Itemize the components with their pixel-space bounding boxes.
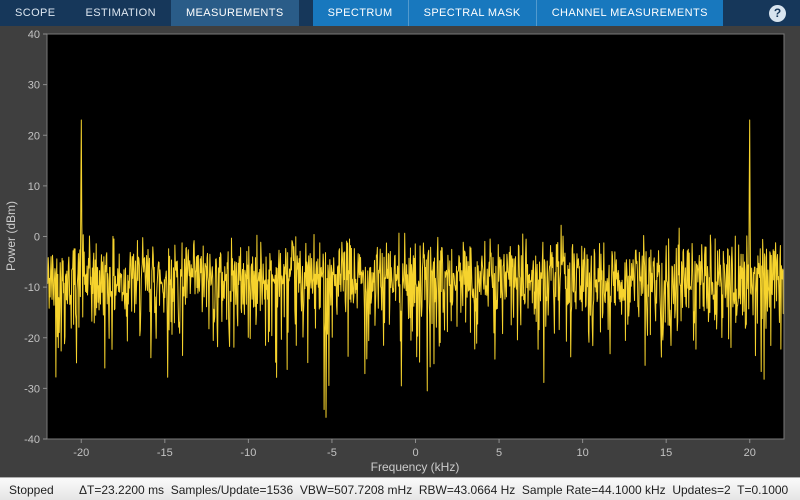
x-tick-label: -15 [157,447,173,459]
y-tick-label: -20 [24,333,40,345]
y-tick-label: 20 [28,130,40,142]
help-button[interactable]: ? [769,5,786,22]
status-state: Stopped [0,483,79,497]
question-mark-icon: ? [774,6,781,20]
x-tick-label: -10 [240,447,256,459]
y-tick-label: 0 [34,232,40,244]
x-tick-label: 15 [660,447,672,459]
tab-estimation[interactable]: ESTIMATION [71,0,171,26]
x-axis-label: Frequency (kHz) [371,460,460,474]
y-tick-label: -10 [24,282,40,294]
x-tick-label: -5 [327,447,337,459]
tabbar-spacer [723,0,769,26]
plot-region: -20 -15 -10 -5 0 5 10 15 20 40 30 20 10 0 -10 -20 -30 -40… [0,26,800,477]
x-tick-label: 0 [412,447,418,459]
x-tick-label: 20 [744,447,756,459]
y-axis-label: Power (dBm) [4,201,18,271]
y-tick-label: 10 [28,181,40,193]
y-tick-label: 30 [28,80,40,92]
x-tick-label: 5 [496,447,502,459]
spectrum-plot: -20 -15 -10 -5 0 5 10 15 20 40 30 20 10 0 -10 -20 -30 -40… [0,26,800,477]
x-tick-label: -20 [73,447,89,459]
tab-scope[interactable]: SCOPE [0,0,71,26]
toolstrip-tabbar: SCOPE ESTIMATION MEASUREMENTS SPECTRUM S… [0,0,800,26]
y-tick-label: -40 [24,434,40,446]
y-tick-label: 40 [28,29,40,41]
tab-spectrum[interactable]: SPECTRUM [313,0,408,26]
plot-area[interactable] [47,34,784,439]
x-tick-label: 10 [576,447,588,459]
tab-channel-measurements[interactable]: CHANNEL MEASUREMENTS [536,0,723,26]
status-metrics: ΔT=23.2200 ms Samples/Update=1536 VBW=50… [79,483,788,497]
y-tick-label: -30 [24,383,40,395]
spectrum-analyzer-window: SCOPE ESTIMATION MEASUREMENTS SPECTRUM S… [0,0,800,500]
tab-measurements[interactable]: MEASUREMENTS [171,0,299,26]
tab-spectral-mask[interactable]: SPECTRAL MASK [408,0,536,26]
status-bar: Stopped ΔT=23.2200 ms Samples/Update=153… [0,477,800,500]
